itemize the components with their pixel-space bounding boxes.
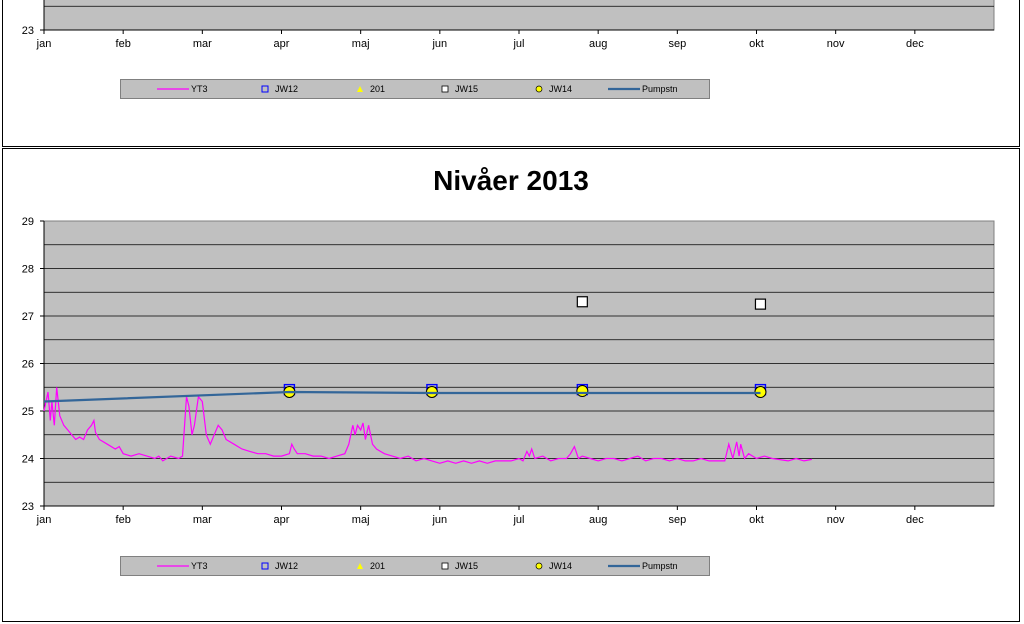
chart-panel-top: jan feb mar apr maj jun jul aug sep okt nov dec 23 Y… [2, 0, 1020, 147]
white-square-icon [441, 85, 449, 93]
legend-item-201: 201 [352, 80, 385, 98]
x-tick-label: jul [512, 38, 524, 50]
y-tick-label: 23 [22, 25, 34, 37]
legend-label: 201 [370, 561, 386, 571]
x-tick-label: sep [668, 38, 686, 50]
legend-item-jw12: JW12 [257, 80, 298, 98]
blue-line-icon [608, 87, 640, 91]
legend-top: YT3 JW12 201 JW15 JW14 Pumpstn [120, 79, 710, 99]
legend-label: JW15 [455, 84, 479, 94]
x-tick-label: feb [116, 514, 131, 526]
x-tick-label: apr [274, 514, 290, 526]
x-tick-label: jun [431, 38, 447, 50]
x-tick-label: mar [193, 514, 212, 526]
marker-jw15 [754, 298, 767, 310]
y-tick-label: 26 [22, 359, 34, 371]
blue-line-icon [608, 564, 640, 568]
y-tick-label: 25 [22, 406, 34, 418]
chart-bottom: jan feb mar apr maj jun jul aug sep okt nov dec 23 24… [22, 216, 995, 526]
x-tick-label: jan [36, 514, 52, 526]
legend-item-pumpstn: Pumpstn [608, 80, 678, 98]
x-tick-label: apr [274, 38, 290, 50]
legend-item-jw12: JW12 [257, 557, 298, 575]
legend-item-jw15: JW15 [437, 557, 478, 575]
x-tick-label: aug [589, 38, 607, 50]
legend-item-pumpstn: Pumpstn [608, 557, 678, 575]
chart-panel-bottom: Nivåer 2013 jan feb mar apr maj jun jul aug sep o… [2, 148, 1020, 622]
legend-label: JW14 [549, 561, 573, 571]
x-tick-label: maj [352, 514, 370, 526]
y-tick-label: 24 [22, 454, 34, 466]
legend-label: JW15 [455, 561, 479, 571]
y-tick-label: 28 [22, 264, 34, 276]
x-tick-label: feb [116, 38, 131, 50]
yellow-circle-icon [535, 85, 543, 93]
legend-item-jw15: JW15 [437, 80, 478, 98]
x-tick-label: nov [827, 38, 845, 50]
x-tick-label: jan [36, 38, 52, 50]
chart-top: jan feb mar apr maj jun jul aug sep okt nov dec 23 [22, 0, 995, 50]
magenta-line-icon [157, 565, 189, 567]
legend-bottom: YT3 JW12 201 JW15 JW14 Pumpstn [120, 556, 710, 576]
x-tick-label: sep [668, 514, 686, 526]
yellow-circle-icon [535, 562, 543, 570]
legend-label: YT3 [191, 84, 208, 94]
legend-item-yt3: YT3 [157, 80, 208, 98]
legend-item-201: 201 [352, 557, 385, 575]
legend-item-jw14: JW14 [531, 80, 572, 98]
blue-hollow-square-icon [261, 562, 269, 570]
legend-label: JW14 [549, 84, 573, 94]
y-tick-label: 27 [22, 311, 34, 323]
x-tick-label: aug [589, 514, 607, 526]
x-tick-label: nov [827, 514, 845, 526]
legend-item-yt3: YT3 [157, 557, 208, 575]
legend-label: 201 [370, 84, 386, 94]
marker-jw14 [576, 385, 589, 398]
legend-label: Pumpstn [642, 561, 678, 571]
legend-item-jw14: JW14 [531, 557, 572, 575]
x-tick-label: jul [512, 514, 524, 526]
x-tick-label: dec [906, 38, 924, 50]
legend-label: JW12 [275, 561, 299, 571]
legend-label: Pumpstn [642, 84, 678, 94]
magenta-line-icon [157, 88, 189, 90]
blue-hollow-square-icon [261, 85, 269, 93]
white-square-icon [441, 562, 449, 570]
yellow-triangle-icon [357, 563, 363, 569]
x-tick-label: mar [193, 38, 212, 50]
x-tick-label: okt [749, 514, 764, 526]
x-tick-label: jun [431, 514, 447, 526]
x-tick-label: okt [749, 38, 764, 50]
yellow-triangle-icon [357, 86, 363, 92]
legend-label: YT3 [191, 561, 208, 571]
x-tick-label: maj [352, 38, 370, 50]
y-tick-label: 23 [22, 501, 34, 513]
plot-area [43, 0, 995, 31]
legend-label: JW12 [275, 84, 299, 94]
marker-jw15 [576, 296, 588, 308]
x-tick-label: dec [906, 514, 924, 526]
y-tick-label: 29 [22, 216, 34, 228]
